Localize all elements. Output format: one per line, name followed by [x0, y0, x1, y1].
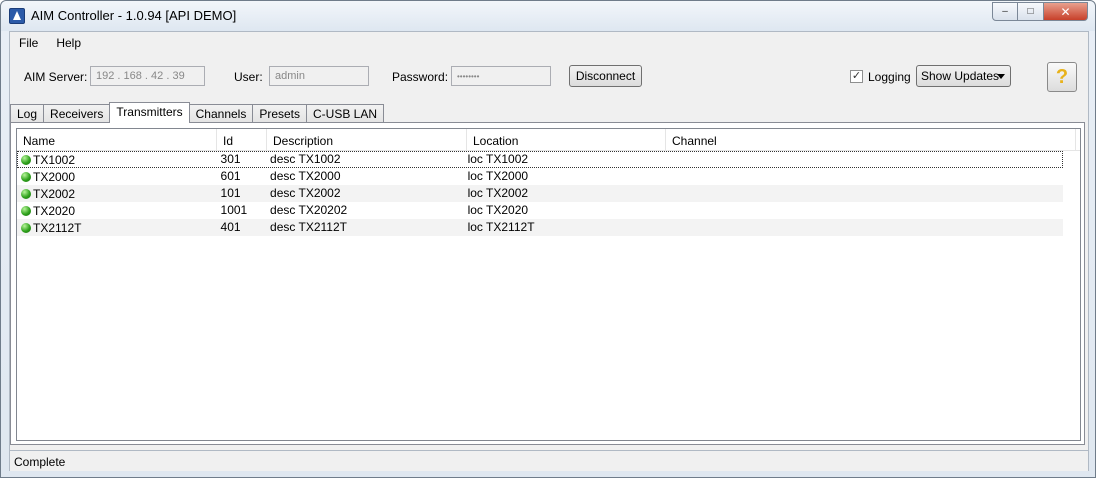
logging-checkbox[interactable]: ✓ — [850, 70, 863, 83]
tab-strip: Log Receivers Transmitters Channels Pres… — [10, 102, 385, 123]
list-header: Name Id Description Location Channel — [17, 129, 1080, 151]
cell-location: loc TX2112T — [467, 220, 535, 234]
cell-name: TX2002 — [17, 185, 215, 202]
close-button[interactable]: ✕ — [1044, 2, 1088, 21]
cell-description: desc TX20202 — [270, 203, 348, 217]
status-online-icon — [21, 155, 31, 165]
server-label: AIM Server: — [24, 70, 88, 84]
disconnect-button[interactable]: Disconnect — [569, 65, 642, 87]
help-button[interactable]: ? — [1047, 62, 1077, 92]
connection-toolbar: AIM Server: 192 . 168 . 42 . 39 User: ad… — [10, 54, 1088, 100]
table-row[interactable]: TX1002 301 desc TX1002 loc TX1002 — [17, 151, 1063, 168]
cell-location: loc TX1002 — [467, 152, 529, 166]
table-row[interactable]: TX2000 601 desc TX2000 loc TX2000 — [17, 168, 1063, 185]
cell-description: desc TX2112T — [270, 220, 347, 234]
cell-id: 601 — [220, 169, 241, 183]
column-header-id[interactable]: Id — [217, 129, 267, 151]
column-header-location[interactable]: Location — [467, 129, 666, 151]
status-online-icon — [21, 189, 31, 199]
cell-location: loc TX2000 — [467, 169, 529, 183]
row-name-text: TX2112T — [33, 221, 82, 235]
cell-channel — [658, 202, 1063, 219]
server-ip-input[interactable]: 192 . 168 . 42 . 39 — [90, 66, 205, 86]
window-controls: – □ ✕ — [992, 2, 1088, 21]
list-rows: TX1002 301 desc TX1002 loc TX1002 TX2000… — [17, 151, 1080, 236]
cell-name: TX2020 — [17, 202, 215, 219]
menu-file[interactable]: File — [10, 32, 47, 54]
show-updates-select[interactable]: Show Updates — [916, 65, 1011, 87]
cell-id: 401 — [220, 220, 241, 234]
show-updates-value: Show Updates — [921, 69, 1000, 83]
transmitters-panel: Name Id Description Location Channel TX1… — [10, 122, 1085, 445]
table-row[interactable]: TX2020 1001 desc TX20202 loc TX2020 — [17, 202, 1063, 219]
table-row[interactable]: TX2112T 401 desc TX2112T loc TX2112T — [17, 219, 1063, 236]
tab-log[interactable]: Log — [10, 104, 45, 123]
menu-bar: File Help — [10, 32, 1088, 54]
column-header-name[interactable]: Name — [17, 129, 217, 151]
password-label: Password: — [392, 70, 449, 84]
row-name-text: TX2020 — [33, 204, 76, 218]
cell-name: TX1002 — [17, 151, 215, 168]
tab-c-usb-lan[interactable]: C-USB LAN — [306, 104, 385, 123]
cell-location: loc TX2020 — [467, 203, 529, 217]
maximize-button[interactable]: □ — [1018, 2, 1044, 21]
cell-id: 101 — [220, 186, 241, 200]
status-online-icon — [21, 206, 31, 216]
row-name-text: TX2000 — [33, 170, 76, 184]
menu-help[interactable]: Help — [47, 32, 90, 54]
client-area: File Help AIM Server: 192 . 168 . 42 . 3… — [9, 31, 1089, 471]
row-name-text: TX2002 — [33, 187, 76, 201]
cell-name: TX2000 — [17, 168, 215, 185]
window-title: AIM Controller - 1.0.94 [API DEMO] — [31, 8, 237, 23]
logging-label: Logging — [868, 70, 911, 84]
transmitters-list[interactable]: Name Id Description Location Channel TX1… — [16, 128, 1081, 441]
status-online-icon — [21, 223, 31, 233]
cell-channel — [658, 185, 1063, 202]
user-label: User: — [234, 70, 263, 84]
status-bar: Complete — [10, 450, 1088, 471]
row-name-text: TX1002 — [33, 153, 76, 167]
cell-id: 301 — [220, 152, 241, 166]
cell-id: 1001 — [220, 203, 248, 217]
tab-channels[interactable]: Channels — [188, 104, 254, 123]
cell-name: TX2112T — [17, 219, 215, 236]
minimize-button[interactable]: – — [992, 2, 1018, 21]
cell-description: desc TX1002 — [270, 152, 341, 166]
status-text: Complete — [14, 455, 66, 469]
chevron-down-icon — [997, 74, 1005, 79]
column-header-description[interactable]: Description — [267, 129, 467, 151]
user-input[interactable]: admin — [269, 66, 369, 86]
tab-transmitters[interactable]: Transmitters — [109, 102, 190, 123]
question-icon: ? — [1055, 65, 1069, 88]
cell-channel — [658, 151, 1063, 168]
app-logo-icon — [9, 8, 25, 24]
status-online-icon — [21, 172, 31, 182]
table-row[interactable]: TX2002 101 desc TX2002 loc TX2002 — [17, 185, 1063, 202]
cell-description: desc TX2002 — [270, 186, 341, 200]
title-bar[interactable]: AIM Controller - 1.0.94 [API DEMO] – □ ✕ — [1, 1, 1095, 31]
cell-location: loc TX2002 — [467, 186, 529, 200]
password-input[interactable]: •••••••• — [451, 66, 551, 86]
cell-channel — [658, 168, 1063, 185]
cell-channel — [658, 219, 1063, 236]
tab-presets[interactable]: Presets — [252, 104, 308, 123]
app-window: AIM Controller - 1.0.94 [API DEMO] – □ ✕… — [0, 0, 1096, 478]
tab-receivers[interactable]: Receivers — [43, 104, 111, 123]
column-header-channel[interactable]: Channel — [666, 129, 1076, 151]
cell-description: desc TX2000 — [270, 169, 341, 183]
